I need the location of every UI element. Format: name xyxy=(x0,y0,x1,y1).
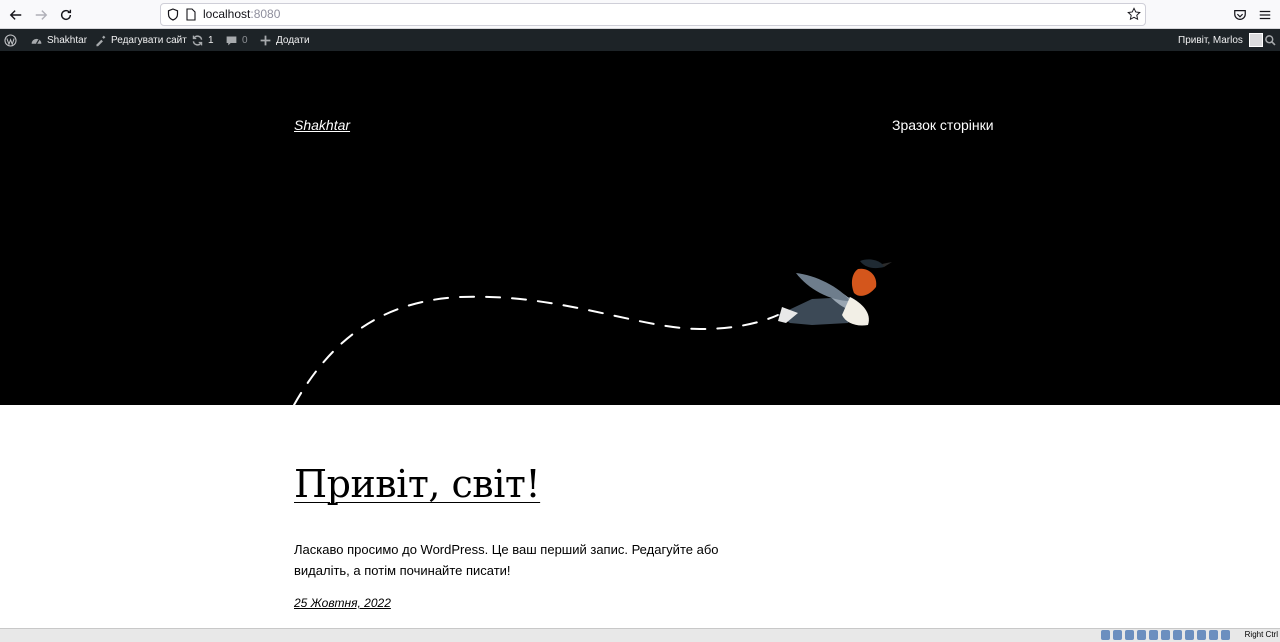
post-date-link[interactable]: 25 Жовтня, 2022 xyxy=(294,596,391,610)
add-new-label: Додати xyxy=(276,34,310,46)
site-name-menu[interactable]: Shakhtar xyxy=(30,29,87,51)
page-info-icon[interactable] xyxy=(186,8,196,21)
wp-admin-bar: Shakhtar Редагувати сайт 1 0 Додати Прив… xyxy=(0,29,1280,51)
plus-icon xyxy=(260,35,271,45)
dashboard-gauge-icon xyxy=(31,38,42,44)
user-greeting: Привіт, Marlos xyxy=(1178,34,1243,46)
comments-count: 0 xyxy=(242,34,248,46)
pocket-button[interactable] xyxy=(1229,4,1251,26)
reload-button[interactable] xyxy=(55,4,77,26)
wordpress-logo-icon xyxy=(4,33,17,47)
hard-disk-icon[interactable] xyxy=(1101,630,1110,640)
comments-link[interactable]: 0 xyxy=(225,29,248,51)
hummingbird-shape xyxy=(778,259,892,326)
bookmark-star-icon[interactable] xyxy=(1127,7,1141,21)
url-text: localhost:8080 xyxy=(203,7,280,21)
vm-status-icons xyxy=(1101,630,1230,640)
post-title-link[interactable]: Привіт, світ! xyxy=(294,462,541,506)
back-arrow-icon xyxy=(9,10,22,20)
network-icon[interactable] xyxy=(1137,630,1146,640)
arrow-down-icon[interactable] xyxy=(1221,630,1230,640)
site-name-label: Shakhtar xyxy=(47,34,88,46)
post-excerpt: Ласкаво просимо до WordPress. Це ваш пер… xyxy=(294,542,719,578)
dashed-flight-path xyxy=(293,295,779,405)
wp-logo-menu[interactable] xyxy=(4,29,17,51)
back-button[interactable] xyxy=(5,4,27,26)
shared-folder-icon[interactable] xyxy=(1161,630,1170,640)
avatar xyxy=(1248,33,1263,47)
recording-icon[interactable] xyxy=(1185,630,1194,640)
comment-bubble-icon xyxy=(226,35,237,45)
url-port: :8080 xyxy=(250,7,281,21)
brush-icon xyxy=(96,35,106,46)
address-bar[interactable]: localhost:8080 xyxy=(160,3,1146,26)
edit-site-link[interactable]: Редагувати сайт xyxy=(94,29,187,51)
url-host: localhost xyxy=(203,7,251,21)
updates-icon xyxy=(192,34,203,46)
user-account-menu[interactable]: Привіт, Marlos xyxy=(1178,29,1263,51)
cpu-icon[interactable] xyxy=(1197,630,1206,640)
updates-link[interactable]: 1 xyxy=(191,29,214,51)
add-new-menu[interactable]: Додати xyxy=(259,29,310,51)
reload-icon xyxy=(60,9,72,21)
pocket-icon xyxy=(1234,10,1246,20)
forward-arrow-icon xyxy=(35,10,48,20)
browser-toolbar: localhost:8080 xyxy=(0,0,1280,29)
optical-drive-icon[interactable] xyxy=(1113,630,1122,640)
updates-count: 1 xyxy=(208,34,214,46)
search-toggle[interactable] xyxy=(1264,29,1277,51)
display-icon[interactable] xyxy=(1173,630,1182,640)
app-menu-button[interactable] xyxy=(1254,4,1276,26)
tracking-shield-icon[interactable] xyxy=(167,8,179,21)
search-icon xyxy=(1265,34,1276,46)
host-key-label: Right Ctrl xyxy=(1244,630,1278,639)
forward-button[interactable] xyxy=(30,4,52,26)
hamburger-menu-icon xyxy=(1259,10,1271,20)
vm-status-bar: Right Ctrl xyxy=(0,628,1280,642)
edit-site-label: Редагувати сайт xyxy=(111,34,187,46)
audio-icon[interactable] xyxy=(1125,630,1134,640)
bird-illustration xyxy=(293,259,892,405)
mouse-integration-icon[interactable] xyxy=(1209,630,1218,640)
site-header: Shakhtar Зразок сторінки xyxy=(0,51,1280,405)
usb-icon[interactable] xyxy=(1149,630,1158,640)
